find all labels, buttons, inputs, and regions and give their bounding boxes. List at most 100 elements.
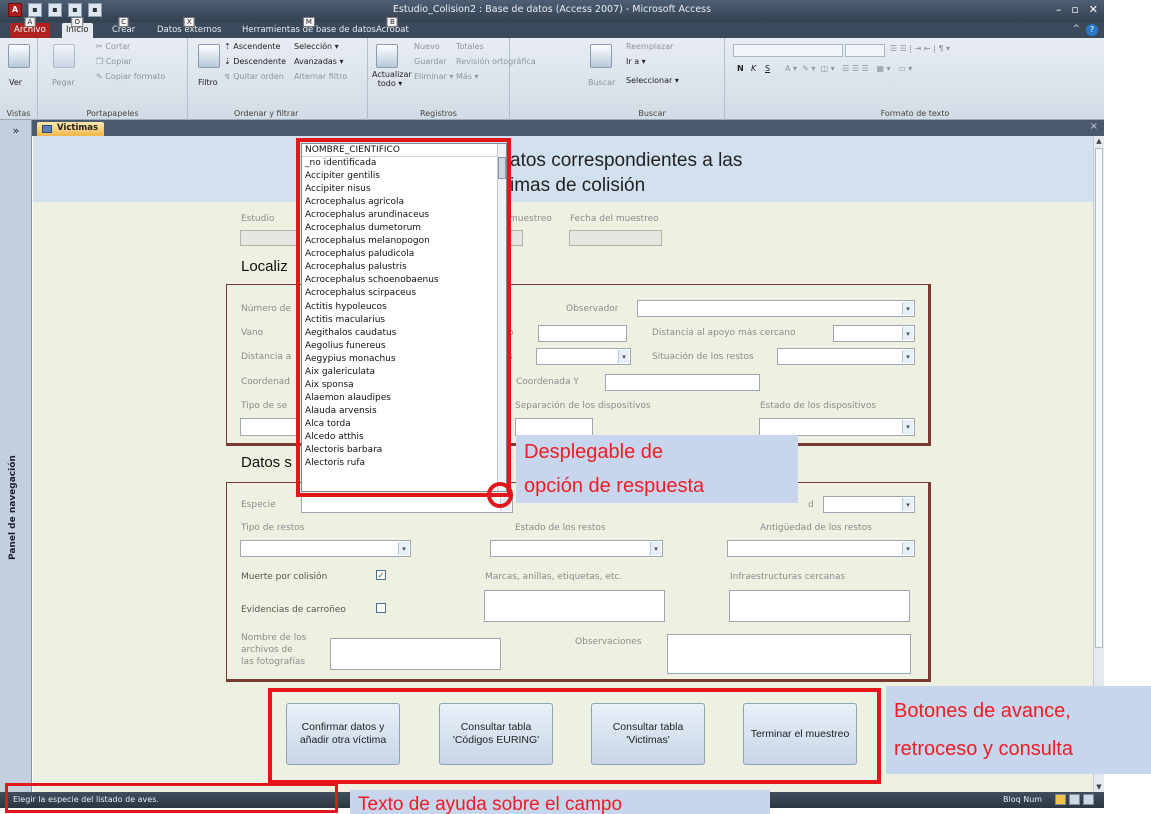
eliminar-button[interactable]: Eliminar ▾ [414,72,453,81]
binoculars-icon[interactable] [590,44,612,68]
tab-herramientas[interactable]: Herramientas de base de datos M [238,17,380,38]
underline-button[interactable]: S [765,64,770,73]
scroll-down-icon[interactable]: ▼ [1094,783,1104,791]
group-label: Formato de texto [880,109,950,118]
window-title: Estudio_Colision2 : Base de datos (Acces… [392,4,712,15]
chevron-down-icon[interactable]: ▾ [618,350,629,363]
chevron-down-icon[interactable]: ▾ [902,542,913,555]
group-ordenar-filtrar: Filtro ⇡ Ascendente ⇣ Descendente ↯ Quit… [188,38,368,120]
font-size-select[interactable] [845,44,885,57]
doc-tab-label: Victimas [57,123,99,133]
carroneo-checkbox[interactable] [376,603,386,613]
distancia-apoyo-dropdown[interactable]: ▾ [833,325,915,342]
reemplazar-button[interactable]: Reemplazar [626,42,673,51]
tab-datos-externos[interactable]: Datos externos X [153,17,225,38]
copiar-formato-button[interactable]: ✎ Copiar formato [96,72,165,81]
bold-button[interactable]: N [737,64,744,73]
observador-dropdown[interactable]: ▾ [637,300,915,317]
maximize-button[interactable]: ▫ [1071,3,1078,16]
help-icon[interactable]: ? [1086,24,1098,36]
view-icon[interactable] [8,44,30,68]
annotation-dropdown-callout: Desplegable de opción de respuesta [516,435,798,503]
list-icons[interactable]: ☰ ☰ | ⇥ ⇤ | ¶ ▾ [890,44,950,53]
situacion-dropdown[interactable]: ▾ [777,348,915,365]
totales-button[interactable]: Totales [456,42,484,51]
ribbon-collapse-icon[interactable]: ^ [1072,24,1080,34]
estado-restos-dropdown[interactable]: ▾ [490,540,663,557]
especie-dropdown[interactable]: ▾ [301,496,513,513]
buscar-button[interactable]: Buscar [588,78,615,87]
layout-view-icon[interactable] [1069,794,1080,805]
loc-dropdown-2[interactable]: ▾ [536,348,631,365]
seleccionar-button[interactable]: Seleccionar ▾ [626,76,679,85]
italic-button[interactable]: K [751,64,756,73]
close-button[interactable]: ✕ [1089,3,1098,16]
navigation-pane[interactable]: » Panel de navegación [0,120,32,792]
muerte-checkbox[interactable]: ✓ [376,570,386,580]
infraestructuras-field[interactable] [729,590,910,622]
observaciones-field[interactable] [667,634,911,674]
seleccion-button[interactable]: Selección ▾ [294,42,339,51]
ver-button[interactable]: Ver [9,78,22,87]
font-color-icon[interactable]: A ▾ ✎ ▾ ◫ ▾ ☰ ☰ ☰ ▦ ▾ ▭ ▾ [785,64,912,73]
nuevo-button[interactable]: Nuevo [414,42,440,51]
loc-field-1[interactable] [538,325,627,342]
title-line-1: atos correspondientes a las [510,150,743,171]
tab-inicio[interactable]: Inicio O [62,17,93,38]
fecha-field[interactable] [569,230,662,246]
annotation-buttons-callout: Botones de avance, retroceso y consulta [886,686,1151,774]
tab-archivo[interactable]: Archivo A [10,17,50,38]
nombre-archivos-field[interactable] [330,638,501,670]
separacion-field[interactable] [515,418,593,436]
chevron-down-icon[interactable]: ▾ [902,327,913,340]
avanzadas-button[interactable]: Avanzadas ▾ [294,57,344,66]
scroll-thumb[interactable] [1095,148,1103,648]
mas-button[interactable]: Más ▾ [456,72,479,81]
tab-crear[interactable]: Crear C [108,17,139,38]
descendente-button[interactable]: ⇣ Descendente [224,57,286,66]
ascendente-button[interactable]: ⇡ Ascendente [224,42,280,51]
estado-dispositivos-dropdown[interactable]: ▾ [759,418,915,436]
title-line-2: imas de colisión [510,175,646,196]
edad-dropdown[interactable]: ▾ [823,496,915,513]
keytip: O [71,17,84,27]
filtro-button[interactable]: Filtro [198,78,218,87]
font-name-select[interactable] [733,44,843,57]
refresh-icon[interactable] [376,44,398,68]
tab-victimas[interactable]: Victimas [37,122,105,136]
marcas-field[interactable] [484,590,665,622]
copiar-button[interactable]: ❐ Copiar [96,57,132,66]
tab-acrobat[interactable]: Acrobat B [372,17,413,38]
form-view-icon[interactable] [1055,794,1066,805]
chevron-down-icon[interactable]: ▾ [902,302,913,315]
chevron-down-icon[interactable]: ▾ [902,350,913,363]
pegar-button[interactable]: Pegar [52,78,75,87]
tipo-senalizacion-field[interactable] [240,418,300,436]
expand-nav-icon[interactable]: » [0,124,32,137]
quitar-orden-button[interactable]: ↯ Quitar orden [224,72,284,81]
chevron-down-icon[interactable]: ▾ [398,542,409,555]
close-doc-icon[interactable]: × [1090,121,1098,132]
filter-icon[interactable] [198,44,220,68]
group-label: Portapapeles [86,109,139,118]
guardar-button[interactable]: Guardar [414,57,447,66]
ir-a-button[interactable]: Ir a ▾ [626,57,646,66]
design-view-icon[interactable] [1083,794,1094,805]
chevron-down-icon[interactable]: ▾ [902,498,913,511]
annotation-dropdown-circle [487,482,513,508]
alternar-filtro-button[interactable]: Alternar filtro [294,72,347,81]
minimize-button[interactable]: – [1056,3,1062,16]
estudio-field[interactable] [240,230,300,246]
estudio-label: Estudio [241,214,275,224]
cortar-button[interactable]: ✂ Cortar [96,42,130,51]
paste-icon[interactable] [53,44,75,68]
chevron-down-icon[interactable]: ▾ [902,420,913,434]
antiguedad-dropdown[interactable]: ▾ [727,540,915,557]
actualizar-button[interactable]: Actualizar todo ▾ [372,70,412,88]
chevron-down-icon[interactable]: ▾ [650,542,661,555]
ortografia-button[interactable]: Revisión ortográfica [456,57,536,66]
coordenada-y-field[interactable] [605,374,760,391]
group-portapapeles: Pegar ✂ Cortar ❐ Copiar ✎ Copiar formato… [38,38,188,120]
tipo-restos-dropdown[interactable]: ▾ [240,540,411,557]
scroll-up-icon[interactable]: ▲ [1094,137,1104,145]
